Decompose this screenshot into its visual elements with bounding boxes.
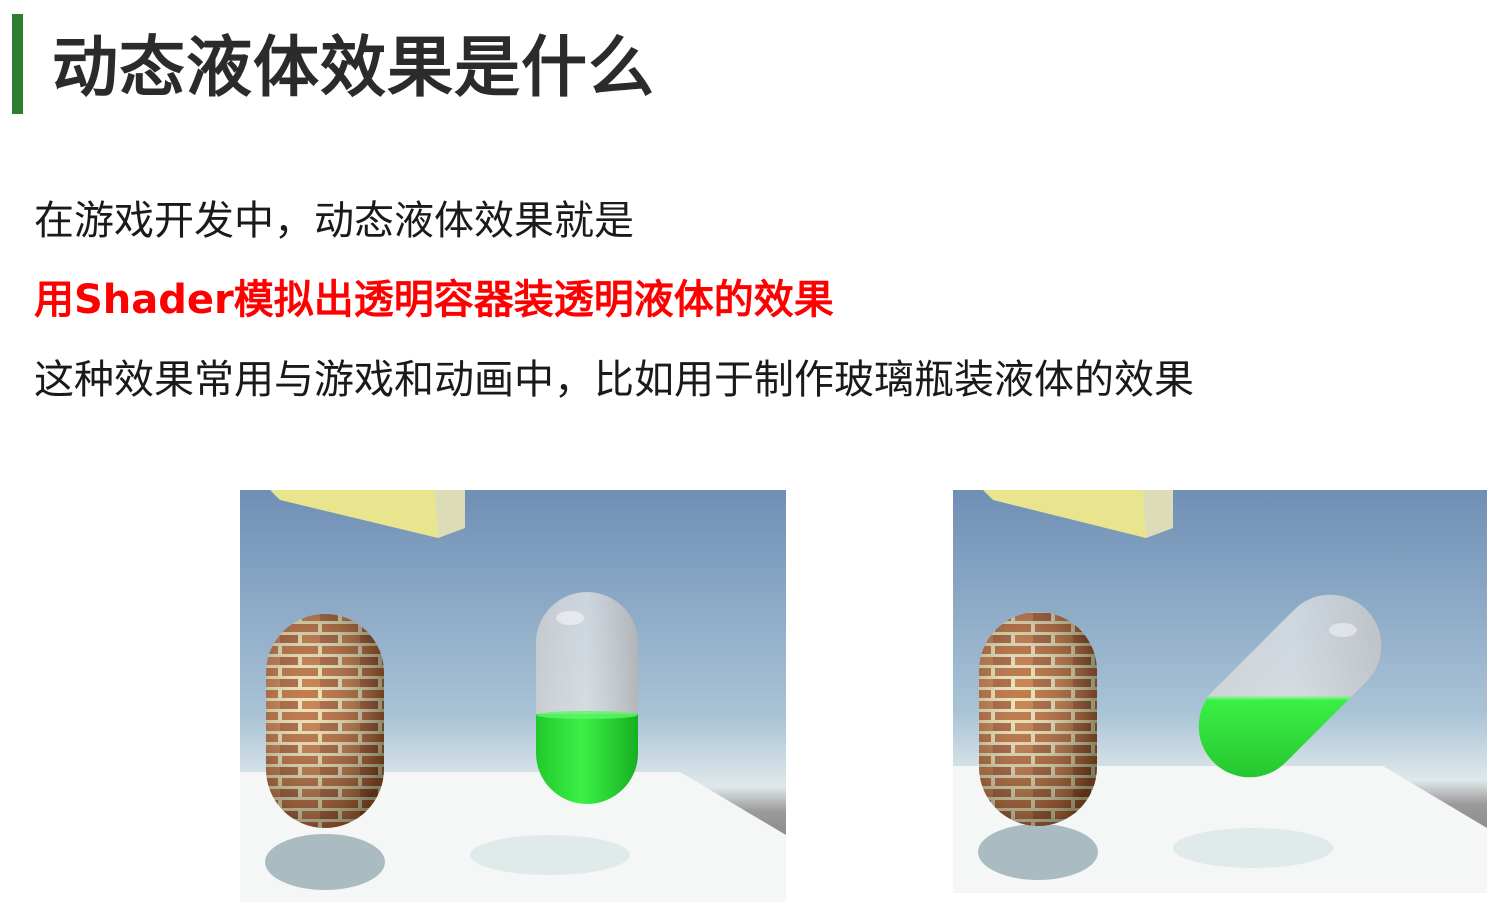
intro-line: 在游戏开发中，动态液体效果就是	[34, 198, 634, 244]
slide-title: 动态液体效果是什么	[52, 29, 655, 106]
scene-image-upright	[240, 490, 786, 902]
scene-image-tilted	[953, 490, 1487, 893]
usage-line: 这种效果常用与游戏和动画中，比如用于制作玻璃瓶装液体的效果	[34, 357, 1194, 403]
title-accent-bar	[12, 14, 23, 114]
slide: 动态液体效果是什么 在游戏开发中，动态液体效果就是 用Shader模拟出透明容器…	[0, 0, 1501, 917]
highlight-line: 用Shader模拟出透明容器装透明液体的效果	[34, 277, 834, 323]
